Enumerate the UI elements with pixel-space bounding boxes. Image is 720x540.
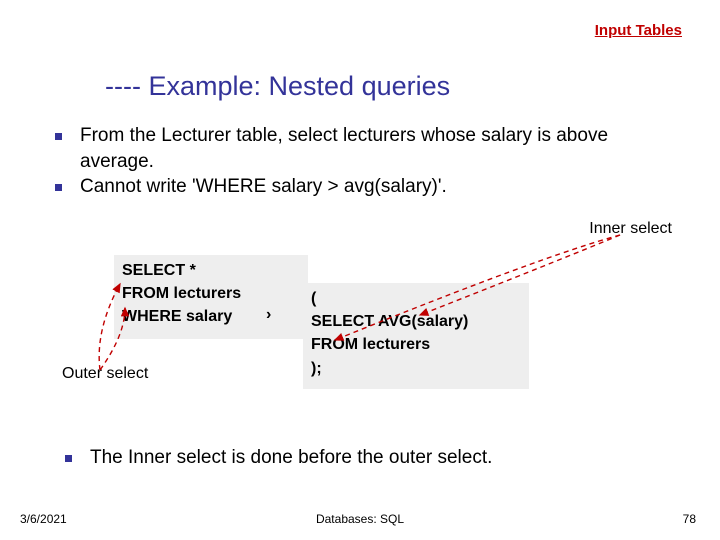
code-line: WHERE salary [122, 305, 300, 328]
bullet-list: From the Lecturer table, select lecturer… [55, 123, 675, 200]
bullet-icon [55, 133, 62, 140]
bullet-list-2: The Inner select is done before the oute… [65, 445, 685, 471]
greater-than-symbol: › [266, 306, 271, 324]
bullet-icon [55, 184, 62, 191]
bullet-text: From the Lecturer table, select lecturer… [80, 123, 675, 174]
code-line: SELECT AVG(salary) [311, 310, 521, 333]
code-line: FROM lecturers [311, 333, 521, 356]
code-line: SELECT * [122, 259, 300, 282]
inner-select-label: Inner select [589, 220, 672, 238]
footer-page-number: 78 [683, 512, 696, 526]
inner-select-code: ( SELECT AVG(salary) FROM lecturers ); [303, 283, 529, 389]
bullet-text: Cannot write 'WHERE salary > avg(salary)… [80, 174, 447, 200]
input-tables-link[interactable]: Input Tables [595, 22, 682, 39]
list-item: From the Lecturer table, select lecturer… [55, 123, 675, 174]
code-line: ( [311, 287, 521, 310]
code-line: ); [311, 357, 521, 380]
slide-title: ---- Example: Nested queries [105, 71, 450, 102]
list-item: Cannot write 'WHERE salary > avg(salary)… [55, 174, 675, 200]
footer-title: Databases: SQL [0, 512, 720, 526]
outer-select-label: Outer select [62, 365, 148, 383]
bullet-text: The Inner select is done before the oute… [90, 445, 492, 471]
outer-select-code: SELECT * FROM lecturers WHERE salary [114, 255, 308, 339]
bullet-icon [65, 455, 72, 462]
list-item: The Inner select is done before the oute… [65, 445, 685, 471]
code-line: FROM lecturers [122, 282, 300, 305]
